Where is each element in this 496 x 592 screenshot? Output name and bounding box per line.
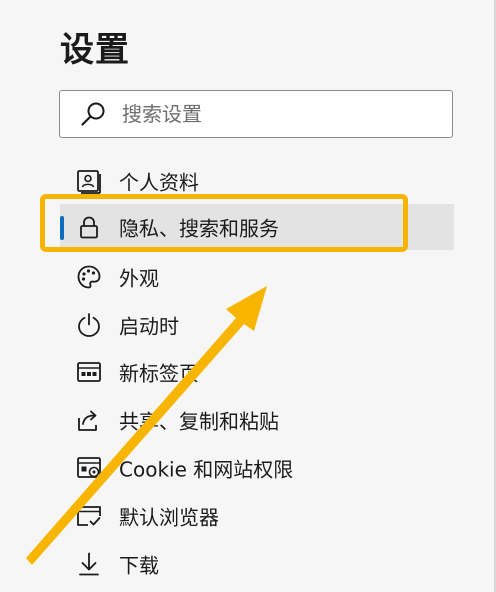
default-browser-icon bbox=[74, 501, 104, 531]
sidebar-item-label: 外观 bbox=[119, 266, 159, 291]
page-title: 设置 bbox=[60, 30, 130, 70]
sidebar-item-label: 默认浏览器 bbox=[119, 505, 219, 530]
sidebar-item-share-copy-paste[interactable]: 共享、复制和粘贴 bbox=[60, 397, 454, 443]
sidebar-item-default-browser[interactable]: 默认浏览器 bbox=[60, 493, 454, 539]
sidebar-item-label: 共享、复制和粘贴 bbox=[119, 409, 279, 434]
sidebar-item-startup[interactable]: 启动时 bbox=[60, 302, 454, 348]
settings-page: 设置 个人资料 bbox=[0, 0, 496, 592]
sidebar-item-label: 隐私、搜索和服务 bbox=[119, 216, 279, 241]
profile-icon bbox=[74, 166, 104, 196]
search-box[interactable] bbox=[59, 90, 453, 138]
sidebar-item-label: 下载 bbox=[119, 553, 159, 578]
site-permissions-icon bbox=[74, 453, 104, 483]
download-icon bbox=[74, 549, 104, 579]
sidebar-item-cookies-site-permissions[interactable]: Cookie 和网站权限 bbox=[60, 445, 454, 491]
power-icon bbox=[74, 310, 104, 340]
lock-icon bbox=[74, 212, 104, 242]
share-icon bbox=[74, 405, 104, 435]
new-tab-icon bbox=[74, 357, 104, 387]
search-icon bbox=[78, 99, 108, 129]
sidebar-item-new-tab[interactable]: 新标签页 bbox=[60, 349, 454, 395]
sidebar-item-privacy[interactable]: 隐私、搜索和服务 bbox=[60, 204, 454, 250]
sidebar-item-label: 个人资料 bbox=[119, 170, 199, 195]
selected-indicator bbox=[60, 216, 64, 240]
sidebar-item-profile[interactable]: 个人资料 bbox=[60, 158, 454, 204]
sidebar-item-label: 启动时 bbox=[119, 314, 179, 339]
sidebar-item-label: 新标签页 bbox=[119, 361, 199, 386]
sidebar-item-appearance[interactable]: 外观 bbox=[60, 254, 454, 300]
palette-icon bbox=[74, 262, 104, 292]
sidebar-item-downloads[interactable]: 下载 bbox=[60, 541, 454, 587]
search-input[interactable] bbox=[122, 102, 422, 126]
sidebar-item-label: Cookie 和网站权限 bbox=[119, 457, 294, 482]
